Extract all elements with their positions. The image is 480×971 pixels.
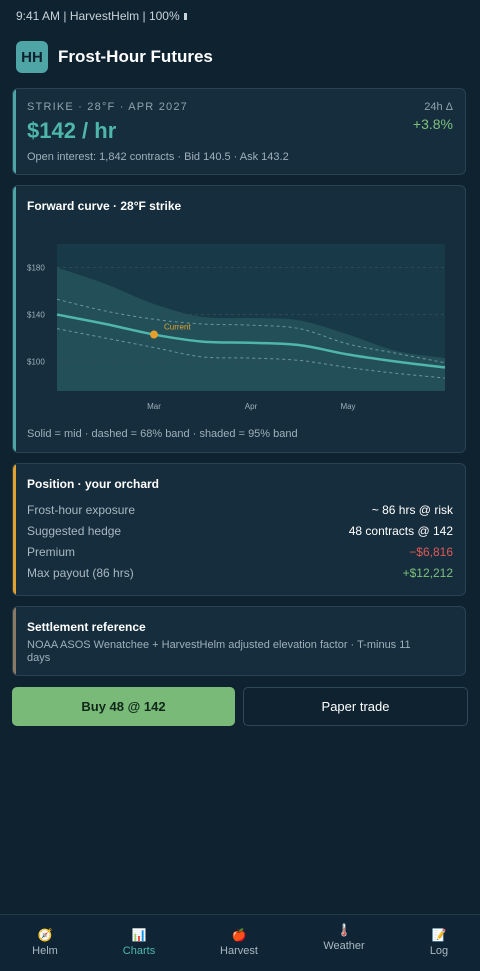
position-row: Max payout (86 hrs) +$12,212: [27, 566, 453, 580]
x-tick-label: May: [340, 402, 355, 411]
tab-label: Log: [429, 945, 449, 957]
strike-price: $142 / hr: [27, 118, 117, 143]
chart-caption: Solid = mid · dashed = 68% band · shaded…: [27, 428, 298, 440]
apple-icon: 🍎: [231, 928, 247, 942]
delta-value: +3.8%: [412, 116, 453, 132]
strike-card: STRIKE · 28°F · APR 2027 $142 / hr 24h Δ…: [12, 88, 466, 175]
row-label: Max payout (86 hrs): [27, 566, 134, 580]
settlement-card: Settlement reference NOAA ASOS Wenatchee…: [12, 606, 466, 676]
settlement-text: NOAA ASOS Wenatchee + HarvestHelm adjust…: [27, 639, 411, 664]
row-value: ~ 86 hrs @ risk: [371, 503, 453, 517]
tab-bar: 🧭 Helm 📊 Charts 🍎 Harvest 🌡️ Weather 📝 L…: [0, 914, 480, 971]
position-row: Frost-hour exposure ~ 86 hrs @ risk: [27, 503, 453, 517]
row-label: Suggested hedge: [27, 524, 122, 538]
tab-label: Charts: [122, 945, 156, 957]
row-value: −$6,816: [409, 545, 453, 559]
paper-trade-button[interactable]: Paper trade: [243, 687, 468, 726]
strike-label: STRIKE · 28°F · APR 2027: [27, 101, 188, 113]
row-value: 48 contracts @ 142: [348, 524, 453, 538]
y-tick-label: $140: [27, 311, 45, 320]
row-label: Frost-hour exposure: [27, 503, 136, 517]
y-tick-label: $180: [27, 264, 45, 273]
battery-icon: [183, 13, 187, 20]
status-text: 9:41 AM | HarvestHelm | 100%: [16, 9, 180, 23]
app-logo: HH: [16, 41, 48, 73]
memo-icon: 📝: [431, 928, 447, 942]
page-title: Frost-Hour Futures: [58, 47, 213, 66]
tab-charts[interactable]: 📊 Charts: [94, 915, 184, 971]
tab-harvest[interactable]: 🍎 Harvest: [194, 915, 284, 971]
position-row: Suggested hedge 48 contracts @ 142: [27, 524, 453, 538]
current-point-label: Current: [164, 323, 191, 332]
settlement-title: Settlement reference: [27, 620, 146, 634]
tab-label: Harvest: [220, 945, 258, 957]
current-point-marker: [150, 330, 158, 339]
x-tick-label: Mar: [147, 402, 161, 411]
position-row: Premium −$6,816: [27, 545, 453, 559]
open-interest: Open interest: 1,842 contracts · Bid 140…: [27, 151, 289, 163]
row-value: +$12,212: [402, 566, 453, 580]
position-card: Position · your orchard Frost-hour expos…: [12, 463, 466, 596]
tab-weather[interactable]: 🌡️ Weather: [299, 915, 389, 971]
forward-curve-card: Forward curve · 28°F strike $100 $140 $180…: [12, 185, 466, 453]
status-bar: 9:41 AM | HarvestHelm | 100%: [16, 9, 187, 23]
x-tick-label: Apr: [245, 402, 258, 411]
app-header: HH Frost-Hour Futures: [16, 41, 213, 73]
position-title: Position · your orchard: [27, 477, 160, 491]
tab-helm[interactable]: 🧭 Helm: [0, 915, 90, 971]
tab-label: Weather: [323, 940, 365, 952]
thermometer-icon: 🌡️: [336, 923, 352, 937]
buy-button[interactable]: Buy 48 @ 142: [12, 687, 235, 726]
row-label: Premium: [27, 545, 76, 559]
tab-label: Helm: [32, 945, 58, 957]
forward-curve-chart: $100 $140 $180 Mar Apr May Current: [27, 244, 446, 411]
bar-chart-icon: 📊: [131, 928, 147, 942]
compass-icon: 🧭: [37, 928, 53, 942]
y-tick-label: $100: [27, 358, 45, 367]
delta-label: 24h Δ: [424, 101, 453, 113]
tab-log[interactable]: 📝 Log: [394, 915, 480, 971]
